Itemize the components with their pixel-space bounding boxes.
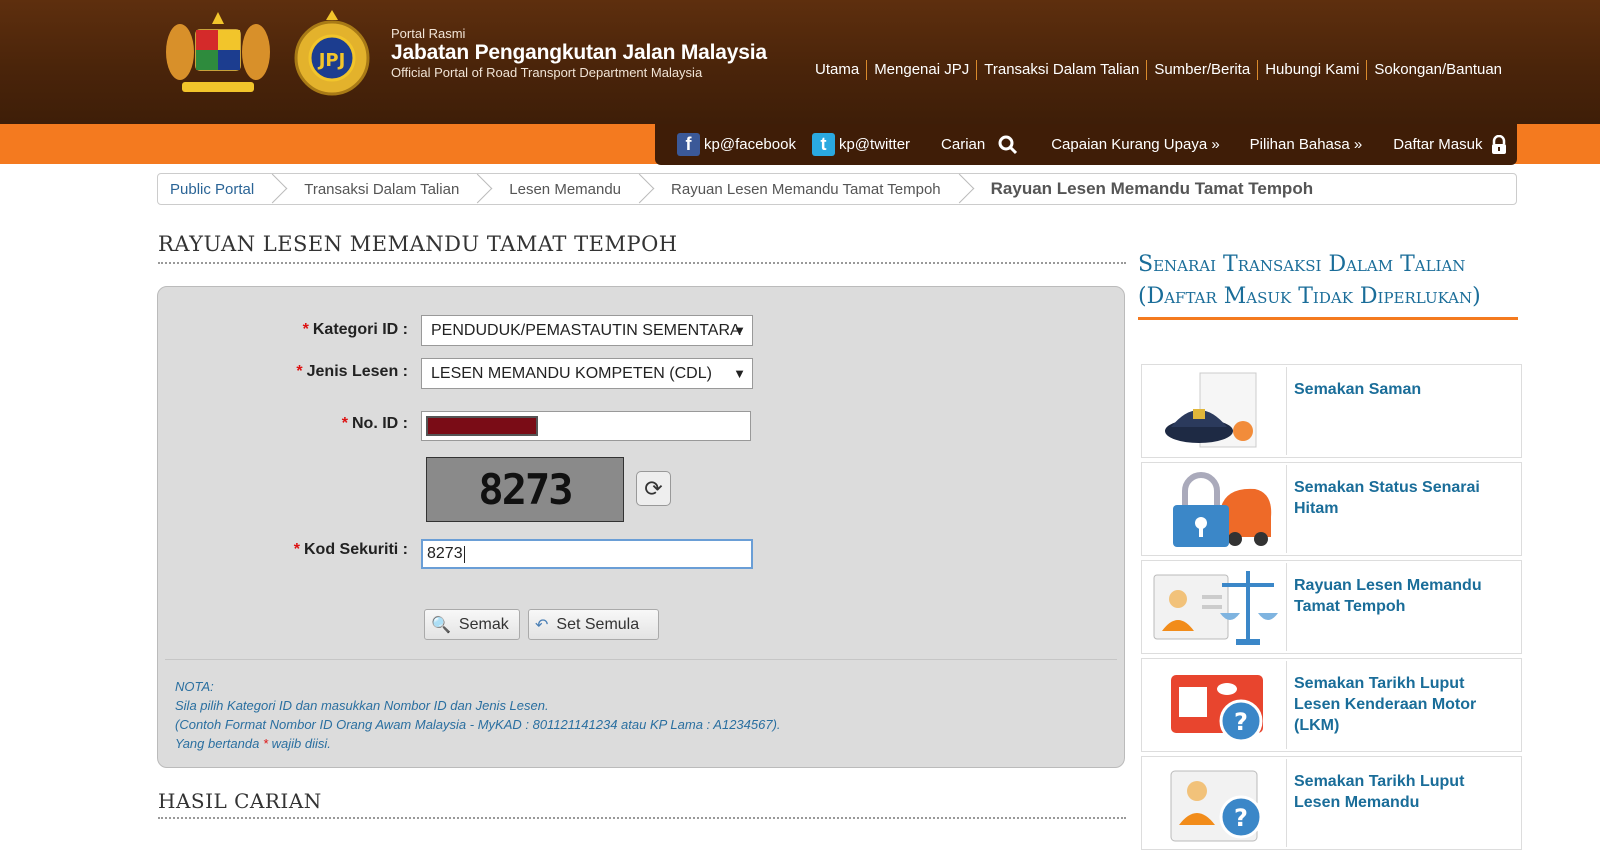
- accessibility-link[interactable]: Capaian Kurang Upaya »: [1051, 136, 1219, 153]
- breadcrumb-current: Rayuan Lesen Memandu Tamat Tempoh: [990, 179, 1314, 198]
- portal-title[interactable]: Jabatan Pengangkutan Jalan Malaysia: [391, 41, 767, 65]
- card-question-icon: ?: [1144, 661, 1287, 749]
- facebook-label: kp@facebook: [704, 136, 796, 153]
- captcha-image: 8273: [426, 457, 624, 522]
- breadcrumb-public-portal[interactable]: Public Portal: [158, 174, 292, 204]
- sidebar-item-tarikh-luput-lkm[interactable]: ? Semakan Tarikh Luput Lesen Kenderaan M…: [1141, 658, 1522, 752]
- jenis-lesen-select[interactable]: LESEN MEMANDU KOMPETEN (CDL) ▼: [421, 358, 753, 389]
- nav-sokongan-bantuan[interactable]: Sokongan/Bantuan: [1366, 60, 1509, 80]
- sidebar-item-rayuan-lesen[interactable]: Rayuan Lesen Memandu Tamat Tempoh: [1141, 560, 1522, 654]
- license-question-icon: ?: [1144, 759, 1287, 847]
- site-header: JPJ Portal Rasmi Jabatan Pengangkutan Ja…: [0, 0, 1600, 124]
- brand-block: Portal Rasmi Jabatan Pengangkutan Jalan …: [391, 26, 767, 80]
- redacted-id-value: [426, 416, 538, 436]
- kategori-selected-value: PENDUDUK/PEMASTAUTIN SEMENTARA: [431, 321, 741, 339]
- breadcrumb: Public Portal Transaksi Dalam Talian Les…: [157, 173, 1517, 205]
- portal-subtitle: Official Portal of Road Transport Depart…: [391, 65, 703, 80]
- breadcrumb-rayuan[interactable]: Rayuan Lesen Memandu Tamat Tempoh: [659, 174, 979, 204]
- no-id-input[interactable]: [421, 411, 751, 441]
- nav-hubungi-kami[interactable]: Hubungi Kami: [1257, 60, 1366, 80]
- nav-transaksi-dalam-talian[interactable]: Transaksi Dalam Talian: [976, 60, 1146, 80]
- facebook-icon: f: [677, 133, 700, 156]
- search-form-panel: * Kategori ID : PENDUDUK/PEMASTAUTIN SEME…: [157, 286, 1125, 768]
- note-line-1: Sila pilih Kategori ID dan masukkan Nomb…: [175, 698, 549, 713]
- semak-label: Semak: [458, 615, 509, 633]
- police-cap-document-icon: [1144, 367, 1287, 455]
- breadcrumb-lesen-memandu[interactable]: Lesen Memandu: [497, 174, 659, 204]
- kod-sekuriti-value: 8273: [427, 545, 463, 562]
- license-scale-icon: [1144, 563, 1287, 651]
- login-link[interactable]: Daftar Masuk: [1393, 134, 1508, 155]
- sidebar-item-label: Rayuan Lesen Memandu Tamat Tempoh: [1294, 577, 1482, 615]
- facebook-link[interactable]: f kp@facebook: [677, 133, 796, 156]
- set-semula-label: Set Semula: [556, 615, 640, 633]
- top-navigation: Utama Mengenai JPJ Transaksi Dalam Talia…: [808, 60, 1509, 80]
- malaysia-coat-of-arms-logo[interactable]: [162, 8, 274, 98]
- sidebar-transaction-list: Semakan Saman Semakan Status Senarai Hit…: [1141, 364, 1522, 854]
- dropdown-arrow-icon: ▼: [733, 366, 746, 381]
- form-divider: [165, 659, 1117, 660]
- sidebar-item-label: Semakan Tarikh Luput Lesen Kenderaan Mot…: [1294, 675, 1477, 734]
- twitter-icon: t: [811, 133, 835, 156]
- breadcrumb-transaksi[interactable]: Transaksi Dalam Talian: [292, 174, 497, 204]
- semak-button[interactable]: 🔍 Semak: [424, 609, 520, 640]
- lock-icon: [1492, 134, 1507, 154]
- twitter-link[interactable]: t kp@twitter: [811, 133, 911, 156]
- set-semula-button[interactable]: ↶ Set Semula: [528, 609, 659, 640]
- kategori-id-select[interactable]: PENDUDUK/PEMASTAUTIN SEMENTARA ▼: [421, 315, 753, 346]
- portal-label: Portal Rasmi: [391, 26, 466, 41]
- search-link[interactable]: Carian: [941, 134, 1019, 156]
- nav-sumber-berita[interactable]: Sumber/Berita: [1146, 60, 1257, 80]
- nav-utama[interactable]: Utama: [808, 60, 866, 80]
- search-label: Carian: [941, 136, 986, 153]
- svg-text:?: ?: [1234, 804, 1248, 832]
- note-line-3: Yang bertanda * wajib diisi.: [175, 736, 331, 751]
- sidebar-item-label: Semakan Status Senarai Hitam: [1294, 479, 1480, 517]
- dropdown-arrow-icon: ▼: [733, 323, 746, 338]
- sidebar-item-label: Semakan Saman: [1294, 381, 1422, 398]
- note-line-2: (Contoh Format Nombor ID Orang Awam Mala…: [175, 717, 781, 732]
- svg-text:JPJ: JPJ: [317, 50, 346, 71]
- login-label: Daftar Masuk: [1393, 136, 1483, 153]
- twitter-label: kp@twitter: [838, 136, 911, 153]
- search-icon: [998, 135, 1018, 154]
- kod-sekuriti-input[interactable]: 8273: [421, 539, 753, 569]
- language-link[interactable]: Pilihan Bahasa »: [1250, 136, 1363, 153]
- note-heading: NOTA:: [175, 679, 214, 694]
- captcha-text: 8273: [478, 465, 573, 514]
- jenis-lesen-selected-value: LESEN MEMANDU KOMPETEN (CDL): [431, 364, 712, 382]
- magnifier-icon: 🔍: [431, 616, 451, 634]
- sidebar-item-semakan-saman[interactable]: Semakan Saman: [1141, 364, 1522, 458]
- utility-toolbar: f kp@facebook t kp@twitter Carian Capaia…: [655, 124, 1517, 165]
- padlock-car-icon: [1144, 465, 1287, 553]
- results-title: HASIL CARIAN: [158, 789, 1126, 819]
- refresh-icon: ⟳: [644, 475, 663, 501]
- sidebar-item-status-senarai-hitam[interactable]: Semakan Status Senarai Hitam: [1141, 462, 1522, 556]
- sidebar-item-tarikh-luput-lesen-memandu[interactable]: ? Semakan Tarikh Luput Lesen Memandu: [1141, 756, 1522, 850]
- undo-icon: ↶: [535, 616, 549, 634]
- svg-text:?: ?: [1234, 708, 1248, 736]
- page-title: RAYUAN LESEN MEMANDU TAMAT TEMPOH: [158, 232, 1126, 264]
- note-section: NOTA: Sila pilih Kategori ID dan masukka…: [175, 677, 781, 753]
- nav-mengenai-jpj[interactable]: Mengenai JPJ: [866, 60, 976, 80]
- refresh-captcha-button[interactable]: ⟳: [636, 471, 671, 506]
- jpj-emblem-logo[interactable]: JPJ: [288, 8, 376, 98]
- sidebar-title: Senarai Transaksi Dalam Talian (Daftar M…: [1138, 249, 1518, 320]
- sidebar-item-label: Semakan Tarikh Luput Lesen Memandu: [1294, 773, 1465, 811]
